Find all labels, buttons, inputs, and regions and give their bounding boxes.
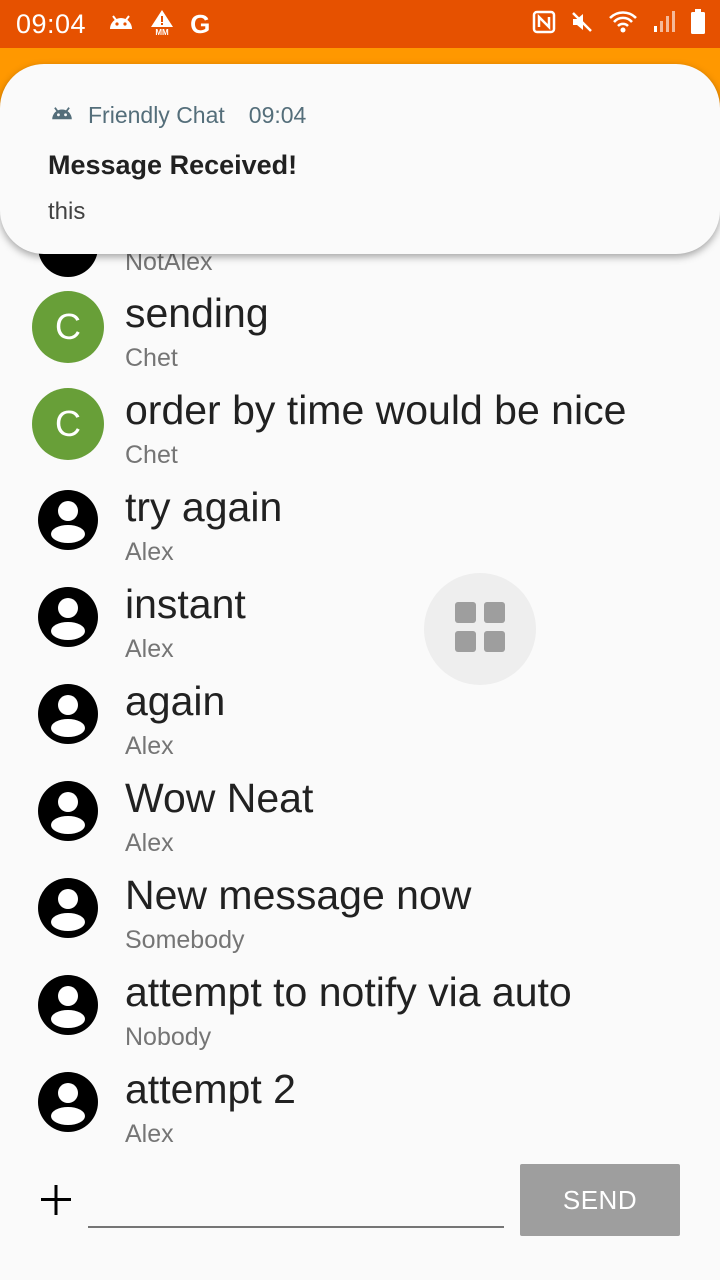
list-item[interactable]: New message now Somebody bbox=[0, 872, 720, 969]
message-input[interactable] bbox=[88, 1170, 504, 1228]
list-item[interactable]: Wow Neat Alex bbox=[0, 775, 720, 872]
notification-body: this bbox=[48, 198, 86, 225]
avatar: C bbox=[32, 291, 104, 363]
default-avatar-icon bbox=[32, 581, 104, 653]
message-text: again bbox=[125, 678, 226, 724]
message-sender: Alex bbox=[125, 829, 174, 857]
android-icon bbox=[50, 105, 74, 126]
message-text: New message now bbox=[125, 872, 472, 918]
grid-icon bbox=[454, 601, 506, 658]
message-sender: Alex bbox=[125, 538, 174, 566]
message-sender: Alex bbox=[125, 635, 174, 663]
list-item[interactable]: instant Alex bbox=[0, 581, 720, 678]
default-avatar-icon bbox=[32, 969, 104, 1041]
notification-app-name: Friendly Chat bbox=[88, 102, 225, 128]
message-text: Wow Neat bbox=[125, 775, 314, 821]
send-button[interactable]: SEND bbox=[520, 1164, 680, 1236]
message-text: instant bbox=[125, 581, 246, 627]
message-text: try again bbox=[125, 484, 283, 530]
message-sender: Nobody bbox=[125, 1023, 212, 1051]
message-text: attempt 2 bbox=[125, 1066, 296, 1112]
notification-title: Message Received! bbox=[48, 150, 298, 180]
message-sender: Alex bbox=[125, 732, 174, 760]
message-text: order by time would be nice bbox=[125, 387, 627, 433]
message-text: attempt to notify via auto bbox=[125, 969, 572, 1015]
default-avatar-icon bbox=[32, 1066, 104, 1138]
notification-card[interactable]: Friendly Chat 09:04 Message Received! th… bbox=[0, 64, 720, 254]
list-item[interactable]: attempt to notify via auto Nobody bbox=[0, 969, 720, 1066]
list-item[interactable]: again Alex bbox=[0, 678, 720, 775]
add-attachment-button[interactable] bbox=[38, 1178, 74, 1222]
notification-time: 09:04 bbox=[248, 102, 307, 128]
floating-grid-button[interactable] bbox=[424, 573, 536, 685]
list-item[interactable]: try again Alex bbox=[0, 484, 720, 581]
list-item[interactable]: C sending Chet bbox=[0, 290, 720, 387]
default-avatar-icon bbox=[32, 678, 104, 750]
message-sender: Chet bbox=[125, 441, 178, 469]
default-avatar-icon bbox=[32, 484, 104, 556]
default-avatar-icon bbox=[32, 872, 104, 944]
avatar: C bbox=[32, 388, 104, 460]
default-avatar-icon bbox=[32, 775, 104, 847]
message-sender: Somebody bbox=[125, 926, 245, 954]
message-sender: Alex bbox=[125, 1120, 174, 1148]
list-item[interactable]: C order by time would be nice Chet bbox=[0, 387, 720, 484]
plus-icon bbox=[38, 1185, 74, 1226]
list-item[interactable]: attempt 2 Alex bbox=[0, 1066, 720, 1150]
message-sender: Chet bbox=[125, 344, 178, 372]
message-text: sending bbox=[125, 290, 269, 336]
